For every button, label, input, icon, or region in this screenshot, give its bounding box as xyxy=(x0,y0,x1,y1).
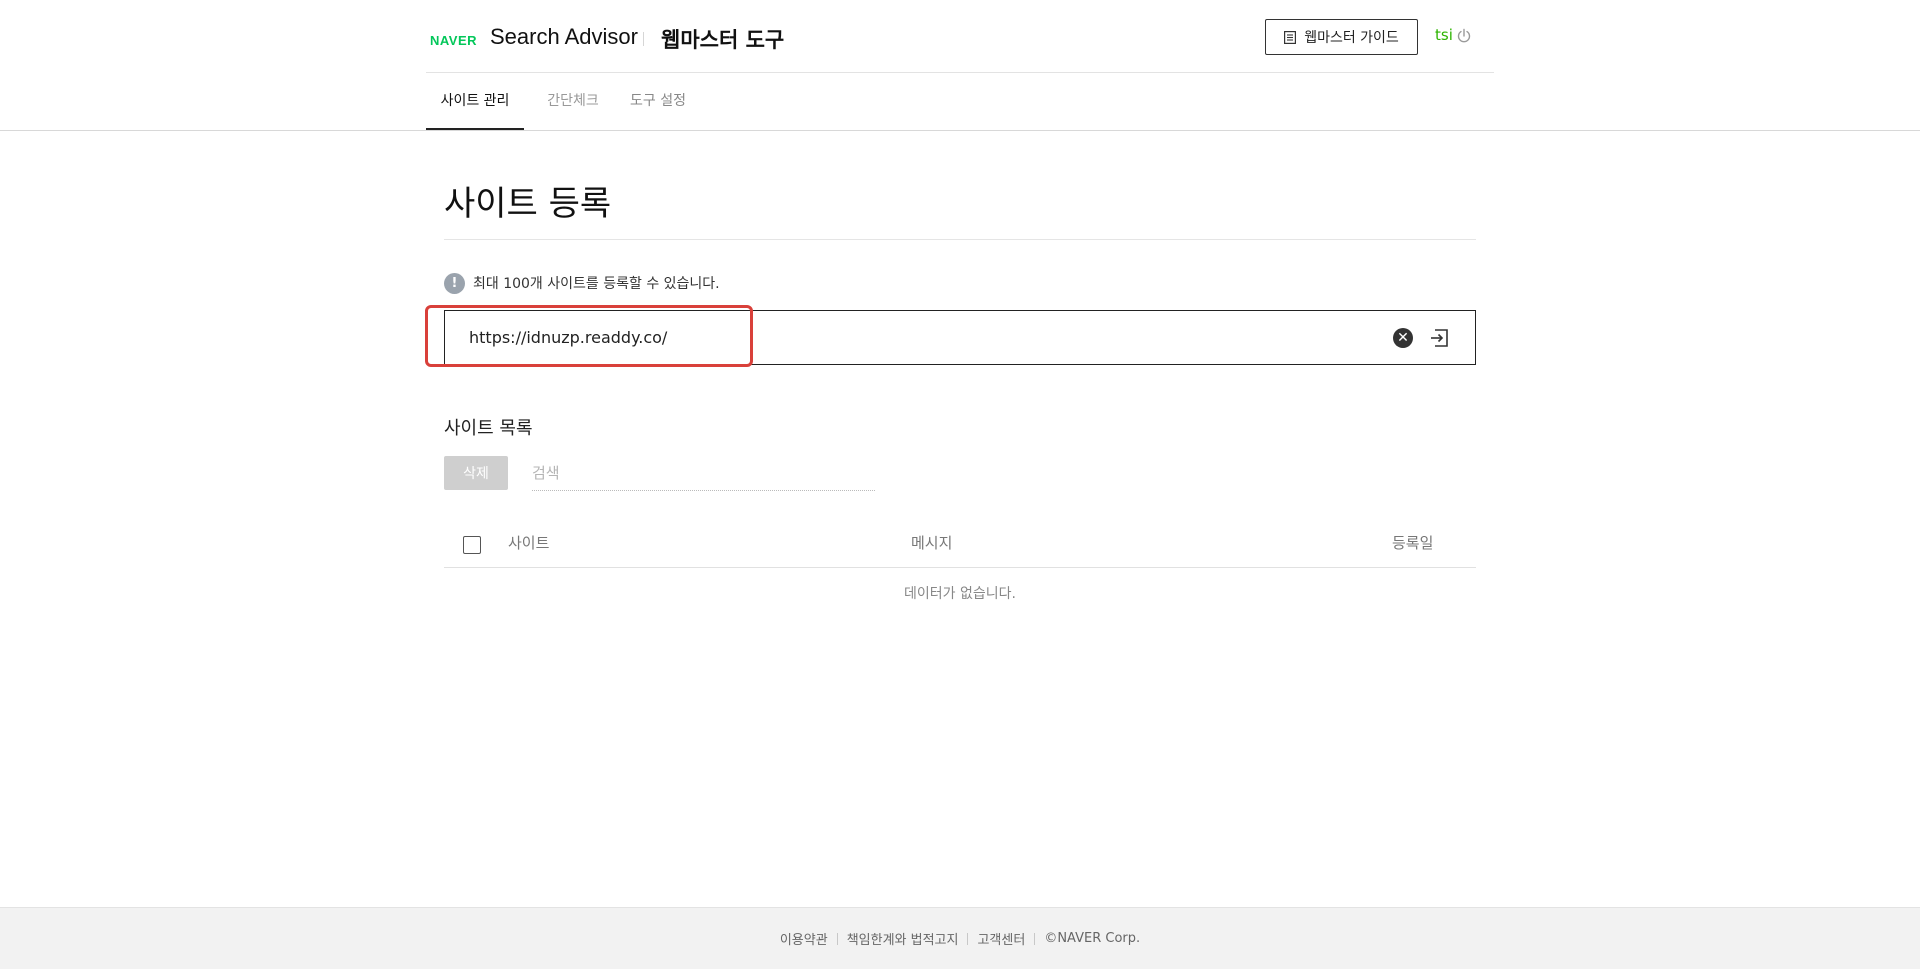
user-name[interactable]: tsi xyxy=(1435,26,1453,44)
title-divider-line xyxy=(444,239,1476,240)
footer-divider xyxy=(1034,932,1036,945)
footer-divider xyxy=(967,932,969,945)
site-url-field: ✕ xyxy=(425,305,1476,367)
topbar: NAVER Search Advisor 웹마스터 도구 웹마스터 가이드 ts… xyxy=(426,0,1494,73)
guide-button-label: 웹마스터 가이드 xyxy=(1304,30,1399,46)
select-all-checkbox[interactable] xyxy=(463,536,481,554)
webmaster-guide-button[interactable]: 웹마스터 가이드 xyxy=(1265,19,1418,55)
footer-link-help[interactable]: 고객센터 xyxy=(977,929,1025,948)
notice: ! 최대 100개 사이트를 등록할 수 있습니다. xyxy=(444,272,720,294)
column-header-site: 사이트 xyxy=(508,534,550,552)
column-header-message: 메시지 xyxy=(911,534,953,552)
naver-logo[interactable]: NAVER xyxy=(430,33,477,48)
clear-icon[interactable]: ✕ xyxy=(1393,328,1413,348)
app-title[interactable]: Search Advisor xyxy=(490,24,638,50)
empty-table-message: 데이터가 없습니다. xyxy=(904,586,1016,602)
table-header: 사이트 메시지 등록일 xyxy=(444,518,1476,568)
title-divider xyxy=(643,32,644,46)
tab-site-management[interactable]: 사이트 관리 xyxy=(426,74,524,130)
submit-icon[interactable] xyxy=(1429,328,1449,348)
footer-copyright: ©NAVER Corp. xyxy=(1044,931,1141,946)
column-header-date: 등록일 xyxy=(1392,534,1434,552)
document-list-icon xyxy=(1284,30,1297,44)
notice-text: 최대 100개 사이트를 등록할 수 있습니다. xyxy=(473,276,720,292)
header: NAVER Search Advisor 웹마스터 도구 웹마스터 가이드 ts… xyxy=(0,0,1920,131)
header-inner: NAVER Search Advisor 웹마스터 도구 웹마스터 가이드 ts… xyxy=(426,0,1494,130)
site-url-input[interactable] xyxy=(445,311,1345,364)
search-input[interactable] xyxy=(532,456,875,491)
footer-link-terms[interactable]: 이용약관 xyxy=(780,929,828,948)
app-subtitle[interactable]: 웹마스터 도구 xyxy=(661,24,784,54)
footer-divider xyxy=(836,932,838,945)
footer: 이용약관 책임한계와 법적고지 고객센터 ©NAVER Corp. xyxy=(0,907,1920,969)
site-list-title: 사이트 목록 xyxy=(444,418,533,439)
tab-tool-settings[interactable]: 도구 설정 xyxy=(622,74,694,130)
delete-button[interactable]: 삭제 xyxy=(444,456,508,490)
power-icon[interactable] xyxy=(1456,28,1472,44)
footer-link-legal[interactable]: 책임한계와 법적고지 xyxy=(847,929,959,948)
page-title: 사이트 등록 xyxy=(444,184,612,224)
nav-tabs: 사이트 관리 간단체크 도구 설정 xyxy=(426,74,1494,130)
info-icon: ! xyxy=(444,272,465,294)
tab-quick-check[interactable]: 간단체크 xyxy=(524,74,622,130)
page: NAVER Search Advisor 웹마스터 도구 웹마스터 가이드 ts… xyxy=(0,0,1920,969)
